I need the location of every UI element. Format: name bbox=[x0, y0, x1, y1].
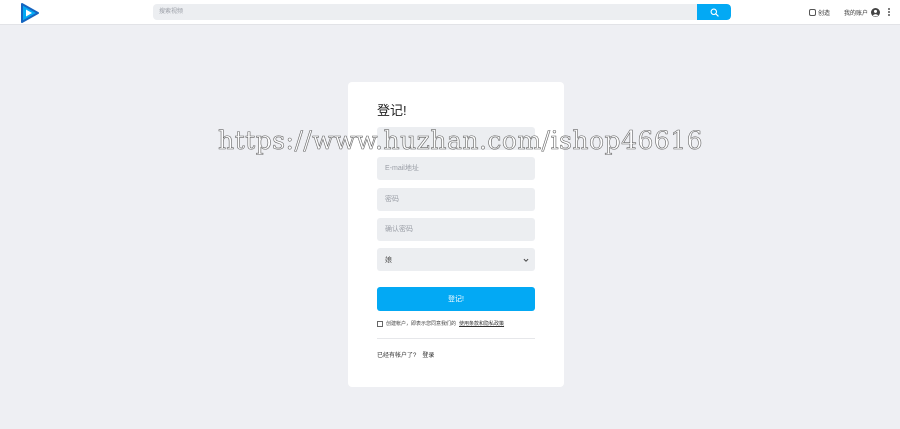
chevron-down-icon bbox=[523, 258, 529, 262]
account-menu[interactable]: 我的账户 bbox=[843, 7, 880, 17]
account-label: 我的账户 bbox=[843, 10, 868, 17]
login-link[interactable]: 登录 bbox=[422, 350, 434, 359]
upload-label: 创造 bbox=[817, 10, 830, 17]
terms-row: 创建帐户，即表示您同意我们的 使用条款和隐私政策 bbox=[377, 320, 552, 327]
email-field[interactable] bbox=[377, 157, 535, 180]
username-field[interactable] bbox=[377, 127, 535, 150]
password-field[interactable] bbox=[377, 188, 535, 211]
search-button[interactable] bbox=[697, 4, 731, 20]
terms-link[interactable]: 使用条款和隐私政策 bbox=[459, 320, 504, 327]
terms-text: 创建帐户，即表示您同意我们的 bbox=[386, 321, 457, 327]
terms-checkbox[interactable] bbox=[377, 320, 383, 327]
confirm-password-field[interactable] bbox=[377, 218, 535, 241]
search-input[interactable] bbox=[153, 4, 699, 20]
page-title: 登记! bbox=[377, 103, 407, 118]
have-account-text: 已经有帐户了? bbox=[377, 353, 417, 359]
search-bar bbox=[153, 4, 731, 20]
gender-selected-value: 娘 bbox=[385, 256, 392, 264]
top-bar: 创造 我的账户 bbox=[0, 0, 900, 25]
gender-select[interactable]: 娘 bbox=[377, 248, 535, 271]
login-row: 已经有帐户了? 登录 bbox=[377, 350, 434, 359]
header-actions: 创造 我的账户 bbox=[808, 5, 892, 19]
divider bbox=[377, 338, 535, 339]
search-icon bbox=[710, 8, 719, 17]
more-vertical-icon[interactable] bbox=[886, 8, 892, 16]
play-logo-icon[interactable] bbox=[20, 3, 40, 23]
upload-button[interactable]: 创造 bbox=[808, 8, 830, 17]
upload-icon bbox=[808, 8, 816, 16]
user-circle-icon bbox=[871, 7, 880, 17]
register-card: 登记! 娘 登记! 创建帐户，即表示您同意我们的使用条款和隐私政策 已经有帐户了… bbox=[348, 82, 564, 387]
register-button[interactable]: 登记! bbox=[377, 287, 535, 311]
